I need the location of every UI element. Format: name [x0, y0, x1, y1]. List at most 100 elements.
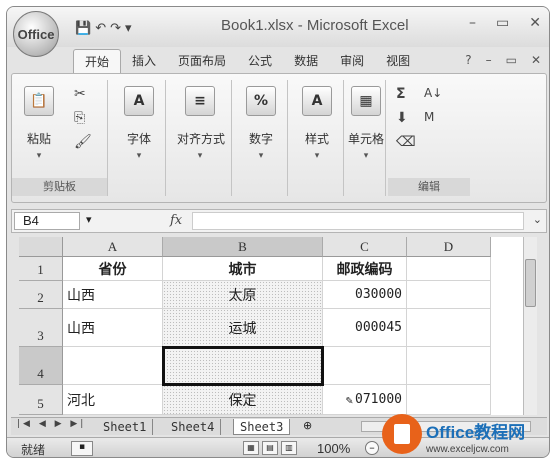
- cell-c4[interactable]: [323, 347, 407, 385]
- cells-label: 单元格: [347, 132, 384, 146]
- formula-input[interactable]: [192, 212, 524, 230]
- ribbon-minimize-button[interactable]: –: [486, 53, 492, 67]
- maximize-button[interactable]: ▭: [496, 15, 509, 31]
- window-controls: – ▭ ✕: [469, 15, 541, 31]
- office-tutorial-badge-icon: [382, 414, 422, 454]
- ribbon-close-button[interactable]: ✕: [531, 53, 541, 67]
- close-button[interactable]: ✕: [529, 15, 541, 31]
- insert-sheet-icon[interactable]: ⊕: [303, 419, 312, 432]
- cell-c3[interactable]: 000045: [323, 309, 407, 347]
- cells-button[interactable]: ▦ 单元格 ▾: [343, 86, 389, 161]
- cell-c5-value: 071000: [355, 392, 402, 407]
- cell-d4[interactable]: [407, 347, 491, 385]
- cell-a3[interactable]: 山西: [63, 309, 163, 347]
- error-smart-tag-icon[interactable]: ✎: [346, 393, 353, 407]
- tab-insert[interactable]: 插入: [121, 49, 167, 73]
- font-button[interactable]: A 字体 ▾: [116, 86, 162, 161]
- insert-function-icon[interactable]: fx: [170, 213, 182, 228]
- macro-record-icon[interactable]: ▪: [71, 441, 93, 456]
- styles-button[interactable]: A 样式 ▾: [294, 86, 340, 161]
- cell-d5[interactable]: [407, 385, 491, 415]
- editing-group: Σ A↓ ⬇ M ⌫ 编辑: [388, 80, 470, 196]
- zoom-out-icon[interactable]: –: [365, 441, 379, 455]
- vertical-scroll-thumb[interactable]: [525, 259, 536, 307]
- undo-icon[interactable]: ↶: [95, 21, 106, 36]
- alignment-group: ≡ 对齐方式 ▾: [168, 80, 232, 196]
- clear-icon[interactable]: ⌫: [396, 134, 416, 150]
- editing-group-label: 编辑: [388, 178, 470, 196]
- cell-d2[interactable]: [407, 281, 491, 309]
- alignment-button[interactable]: ≡ 对齐方式 ▾: [177, 86, 226, 161]
- vertical-scrollbar[interactable]: [523, 237, 537, 415]
- customize-qat-icon[interactable]: ▾: [125, 21, 132, 36]
- sheet-tab-sheet3[interactable]: Sheet3: [233, 419, 291, 435]
- tab-page-layout[interactable]: 页面布局: [167, 49, 237, 73]
- name-box-dropdown-icon[interactable]: ▾: [86, 213, 92, 226]
- cell-b1[interactable]: 城市: [163, 257, 323, 281]
- cell-d3[interactable]: [407, 309, 491, 347]
- office-button[interactable]: Office: [13, 11, 59, 57]
- fill-icon[interactable]: ⬇: [396, 110, 408, 126]
- styles-group: A 样式 ▾: [290, 80, 344, 196]
- column-header-c[interactable]: C: [323, 237, 407, 257]
- row-header-4[interactable]: 4: [19, 347, 63, 385]
- number-button[interactable]: % 数字 ▾: [238, 86, 284, 161]
- excel-window: Office 💾 ↶ ↷ ▾ Book1.xlsx - Microsoft Ex…: [6, 6, 550, 458]
- minimize-button[interactable]: –: [469, 15, 476, 31]
- number-group: % 数字 ▾: [234, 80, 288, 196]
- save-icon[interactable]: 💾: [75, 21, 91, 36]
- sort-filter-icon[interactable]: A↓: [424, 86, 442, 100]
- sheet-tab-sheet1[interactable]: Sheet1: [97, 419, 154, 435]
- cell-c1[interactable]: 邮政编码: [323, 257, 407, 281]
- page-break-view-icon[interactable]: ▥: [281, 441, 297, 455]
- tab-data[interactable]: 数据: [283, 49, 329, 73]
- cell-b5[interactable]: 保定: [163, 385, 323, 415]
- active-cell-border: [162, 346, 324, 386]
- cell-b2[interactable]: 太原: [163, 281, 323, 309]
- alignment-label: 对齐方式: [177, 132, 226, 146]
- cell-a1[interactable]: 省份: [63, 257, 163, 281]
- alignment-dropdown-icon: ▾: [197, 151, 203, 161]
- name-box[interactable]: B4: [14, 212, 80, 230]
- cut-icon[interactable]: ✂: [74, 86, 86, 102]
- page-layout-view-icon[interactable]: ▤: [262, 441, 278, 455]
- tab-view[interactable]: 视图: [375, 49, 421, 73]
- ribbon-restore-button[interactable]: ▭: [506, 53, 517, 67]
- paste-dropdown-icon: ▾: [36, 151, 42, 161]
- zoom-level[interactable]: 100%: [317, 441, 350, 456]
- paste-button[interactable]: 📋 粘贴 ▾: [16, 86, 62, 161]
- cell-a5[interactable]: 河北: [63, 385, 163, 415]
- cell-a2[interactable]: 山西: [63, 281, 163, 309]
- normal-view-icon[interactable]: ▦: [243, 441, 259, 455]
- column-header-d[interactable]: D: [407, 237, 491, 257]
- cell-d1[interactable]: [407, 257, 491, 281]
- cell-c2[interactable]: 030000: [323, 281, 407, 309]
- font-dropdown-icon: ▾: [136, 151, 142, 161]
- alignment-icon: ≡: [185, 86, 215, 116]
- find-select-icon[interactable]: M: [424, 110, 434, 124]
- sheet-nav-buttons[interactable]: |◀ ◀ ▶ ▶|: [17, 419, 86, 429]
- cell-b3[interactable]: 运城: [163, 309, 323, 347]
- cell-a4[interactable]: [63, 347, 163, 385]
- row-header-1[interactable]: 1: [19, 257, 63, 281]
- autosum-icon[interactable]: Σ: [396, 86, 406, 102]
- cell-c5[interactable]: ✎ 071000: [323, 385, 407, 415]
- sheet-tab-sheet4[interactable]: Sheet4: [165, 419, 222, 435]
- row-header-5[interactable]: 5: [19, 385, 63, 415]
- number-dropdown-icon: ▾: [258, 151, 264, 161]
- select-all-corner[interactable]: [19, 237, 63, 257]
- tab-review[interactable]: 审阅: [329, 49, 375, 73]
- row-header-3[interactable]: 3: [19, 309, 63, 347]
- column-header-a[interactable]: A: [63, 237, 163, 257]
- watermark-logo: Office教程网 www.exceljcw.com: [382, 412, 552, 460]
- redo-icon[interactable]: ↷: [110, 21, 121, 36]
- tab-formulas[interactable]: 公式: [237, 49, 283, 73]
- copy-icon[interactable]: ⎘: [74, 110, 85, 126]
- cells-group: ▦ 单元格 ▾: [346, 80, 386, 196]
- help-icon[interactable]: ?: [465, 53, 471, 67]
- tab-home[interactable]: 开始: [73, 49, 122, 73]
- row-header-2[interactable]: 2: [19, 281, 63, 309]
- column-header-b[interactable]: B: [163, 237, 323, 257]
- expand-formula-bar-icon[interactable]: ⌄: [533, 213, 542, 226]
- format-painter-icon[interactable]: 🖌: [74, 134, 92, 150]
